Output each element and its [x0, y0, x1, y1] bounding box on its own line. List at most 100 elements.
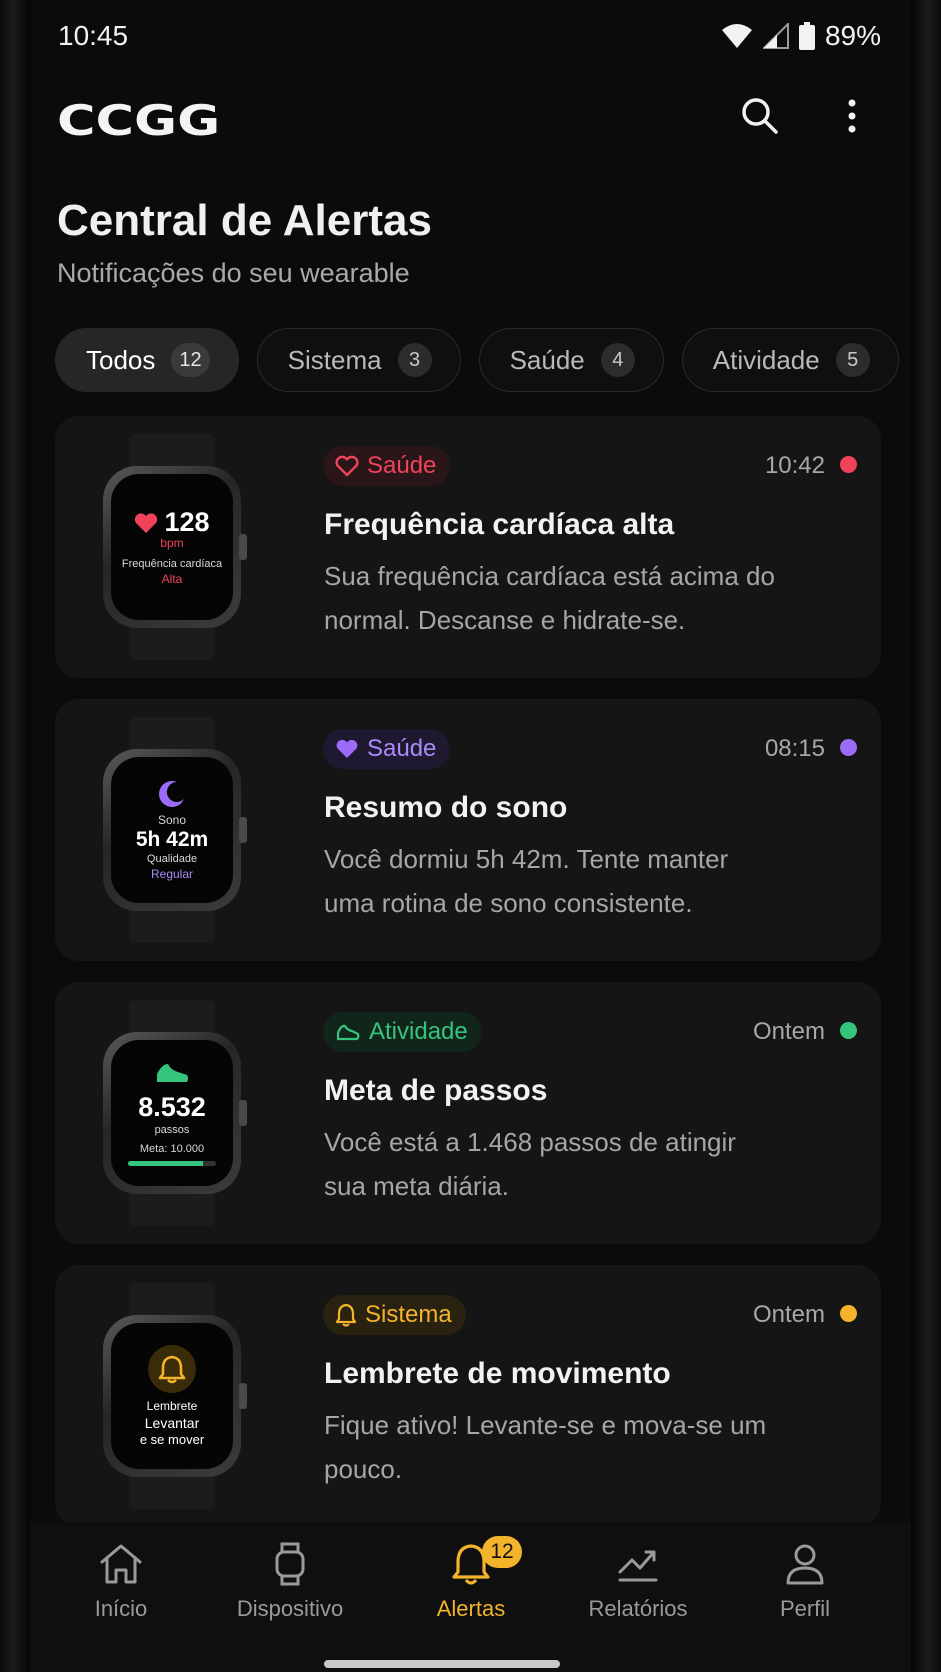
- watch-caption: Frequência cardíaca: [121, 558, 223, 570]
- search-icon: [742, 98, 778, 134]
- nav-label: Dispositivo: [236, 1596, 344, 1621]
- alert-body: Você está a 1.468 passos de atingir sua …: [324, 1127, 736, 1201]
- watch-caption: Meta: 10.000: [139, 1143, 205, 1155]
- chart-icon: [618, 1550, 658, 1582]
- moon-icon: [159, 780, 184, 807]
- alert-card[interactable]: 8.532 passos Meta: 10.000 Atividade Onte…: [55, 982, 881, 1244]
- watch-line1: Lembrete: [146, 1399, 198, 1413]
- filter-chip-label: Saúde: [509, 344, 585, 375]
- nav-item-perfil[interactable]: Perfil: [720, 1542, 890, 1622]
- category-label: Atividade: [369, 1018, 468, 1045]
- nav-label: Perfil: [779, 1596, 831, 1621]
- watch-value: 128: [164, 507, 210, 537]
- watch-icon: [275, 1542, 305, 1586]
- watch-unit: passos: [154, 1124, 190, 1136]
- steps-progress-bar: [128, 1161, 216, 1166]
- alert-title: Frequência cardíaca alta: [324, 508, 675, 541]
- filter-chip-count: 3: [397, 343, 432, 377]
- watch-label: Sono: [157, 812, 187, 827]
- app-screen: 10:45 89% CCGG Central de Alertas Notifi…: [30, 0, 911, 1672]
- category-label: Saúde: [367, 452, 437, 479]
- filter-chip-label: Sistema: [287, 344, 382, 375]
- status-icons: 89%: [721, 20, 881, 52]
- alert-time: 10:42: [764, 452, 825, 479]
- battery-percent: 89%: [824, 20, 881, 51]
- heart-icon: [135, 512, 158, 533]
- alert-body: Você dormiu 5h 42m. Tente manter uma rot…: [324, 844, 729, 918]
- phone-frame: 10:45 89% CCGG Central de Alertas Notifi…: [0, 0, 941, 1672]
- nav-item-dispositivo[interactable]: Dispositivo: [205, 1542, 375, 1622]
- watch-value: 8.532: [138, 1092, 206, 1122]
- steps-progress-fill: [128, 1161, 204, 1166]
- nav-label: Relatórios: [588, 1596, 688, 1621]
- category-tag: Saúde: [323, 729, 451, 769]
- alert-body: Sua frequência cardíaca está acima do no…: [324, 561, 775, 635]
- more-vert-icon: [848, 99, 856, 133]
- battery-icon: [798, 22, 815, 50]
- bell-icon: [158, 1355, 186, 1384]
- watch-line2: Levantar: [144, 1415, 200, 1431]
- watch-status: Regular: [150, 866, 194, 881]
- status-bar: 10:45 89%: [30, 0, 911, 72]
- nav-item-relatorios[interactable]: Relatórios: [553, 1542, 723, 1622]
- nav-item-inicio[interactable]: Início: [36, 1542, 206, 1622]
- watch-preview: 8.532 passos Meta: 10.000: [97, 1000, 247, 1226]
- filter-chip-atividade[interactable]: Atividade 5: [681, 328, 899, 392]
- filter-chips: Todos 12 Sistema 3 Saúde 4 Atividade 5: [55, 328, 899, 392]
- unread-dot: [840, 1022, 857, 1039]
- category-tag: Sistema: [323, 1295, 466, 1335]
- signal-icon: [762, 23, 789, 49]
- unread-dot: [840, 739, 857, 756]
- brand-logo: CCGG: [57, 96, 221, 145]
- filter-chip-count: 12: [171, 343, 210, 377]
- nav-label: Alertas: [436, 1596, 506, 1621]
- category-label: Saúde: [367, 735, 437, 762]
- page-title: Central de Alertas: [57, 196, 432, 245]
- filter-chip-sistema[interactable]: Sistema 3: [256, 328, 461, 392]
- watch-preview: Sono 5h 42m Qualidade Regular: [97, 717, 247, 943]
- wifi-icon: [721, 24, 752, 48]
- watch-status: Alta: [161, 572, 183, 586]
- category-label: Sistema: [365, 1301, 452, 1328]
- heart-outline-icon: [335, 455, 359, 477]
- alert-card[interactable]: 128 bpm Frequência cardíaca Alta Saúde 1…: [55, 416, 881, 678]
- watch-value: 5h 42m: [135, 827, 209, 851]
- bezel-right: [911, 0, 941, 1672]
- shoe-icon: [157, 1064, 188, 1082]
- page-subtitle: Notificações do seu wearable: [57, 258, 410, 288]
- alert-title: Resumo do sono: [324, 791, 568, 824]
- filter-chip-count: 5: [835, 343, 870, 377]
- watch-line3: e se mover: [139, 1432, 205, 1447]
- alert-time: 08:15: [764, 735, 825, 762]
- alert-body: Fique ativo! Levante-se e mova-se um pou…: [324, 1410, 767, 1484]
- unread-dot: [840, 1305, 857, 1322]
- category-tag: Saúde: [323, 446, 451, 486]
- home-indicator[interactable]: [324, 1660, 560, 1668]
- status-time: 10:45: [58, 20, 129, 51]
- notification-badge: 12: [482, 1536, 522, 1568]
- filter-chip-label: Todos: [86, 344, 156, 375]
- category-tag: Atividade: [323, 1012, 482, 1052]
- alert-time: Ontem: [752, 1301, 825, 1328]
- filter-chip-todos[interactable]: Todos 12: [55, 328, 239, 392]
- watch-preview: Lembrete Levantar e se mover: [97, 1283, 247, 1509]
- nav-label: Início: [94, 1596, 148, 1621]
- alert-time: Ontem: [752, 1018, 825, 1045]
- nav-item-alertas[interactable]: 12 Alertas: [386, 1536, 556, 1622]
- bell-icon: [335, 1303, 357, 1327]
- watch-caption: Qualidade: [146, 852, 198, 865]
- more-options-button[interactable]: [828, 92, 876, 140]
- filter-chip-saude[interactable]: Saúde 4: [478, 328, 664, 392]
- alert-card[interactable]: Lembrete Levantar e se mover Sistema Ont…: [55, 1265, 881, 1527]
- watch-preview: 128 bpm Frequência cardíaca Alta: [97, 434, 247, 660]
- unread-dot: [840, 456, 857, 473]
- alert-title: Lembrete de movimento: [324, 1357, 671, 1390]
- watch-unit: bpm: [160, 536, 184, 550]
- home-icon: [100, 1544, 142, 1584]
- alert-card[interactable]: Sono 5h 42m Qualidade Regular Saúde 08:1…: [55, 699, 881, 961]
- alert-title: Meta de passos: [324, 1074, 548, 1107]
- search-button[interactable]: [736, 92, 784, 140]
- filter-chip-label: Atividade: [712, 344, 820, 375]
- shoe-outline-icon: [336, 1024, 360, 1041]
- profile-icon: [786, 1544, 824, 1585]
